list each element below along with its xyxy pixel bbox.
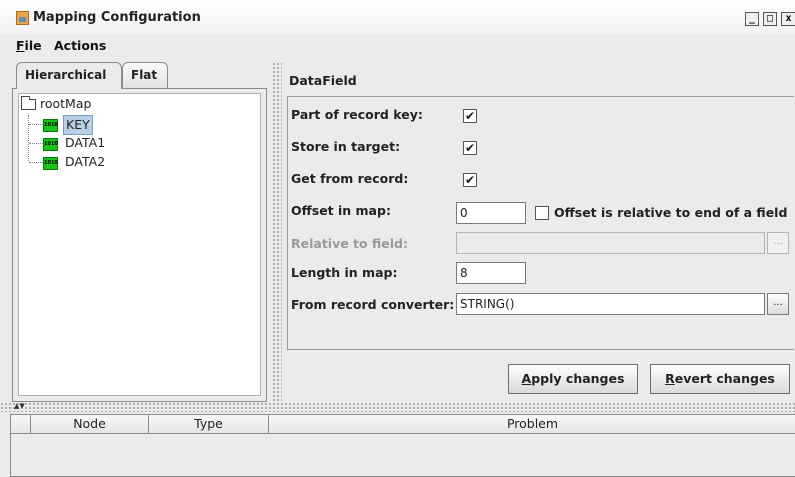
revert-label: evert changes <box>674 371 775 386</box>
minimize-button[interactable]: _ <box>745 12 759 26</box>
part-of-key-label: Part of record key: <box>291 107 423 122</box>
vertical-splitter[interactable] <box>272 62 282 402</box>
menu-actions[interactable]: Actions <box>54 38 106 53</box>
tree-connector <box>29 143 43 144</box>
menu-bar: File Actions <box>0 33 795 57</box>
revert-changes-button[interactable]: Revert changes <box>650 364 790 394</box>
store-in-target-label: Store in target: <box>291 139 401 154</box>
apply-changes-button[interactable]: Apply changes <box>508 364 638 394</box>
apply-mnemonic: A <box>521 371 532 386</box>
maximize-button[interactable]: □ <box>763 12 777 26</box>
tab-hierarchical[interactable]: Hierarchical <box>16 62 122 89</box>
tree-container: rootMap 1010 KEY 1010 DATA1 1010 DATA2 <box>12 88 267 402</box>
relative-to-input <box>456 232 765 254</box>
tree-node-label: KEY <box>63 115 93 135</box>
offset-input[interactable]: 0 <box>456 202 526 224</box>
menu-file[interactable]: File <box>16 38 42 53</box>
close-button[interactable]: x <box>781 12 795 26</box>
horizontal-splitter[interactable] <box>0 402 795 412</box>
problems-table[interactable]: Node Type Problem <box>10 414 795 477</box>
offset-relative-label: Offset is relative to end of a field <box>554 205 788 220</box>
field-icon: 1010 <box>43 119 58 132</box>
part-of-key-checkbox[interactable]: ✔ <box>463 109 477 123</box>
relative-to-browse-button: ... <box>767 232 789 254</box>
converter-browse-button[interactable]: ... <box>767 293 789 315</box>
title-bar: Mapping Configuration _ □ x <box>0 0 795 33</box>
relative-to-label: Relative to field: <box>291 236 408 251</box>
field-icon: 1010 <box>43 157 58 170</box>
tree-view[interactable]: rootMap 1010 KEY 1010 DATA1 1010 DATA2 <box>18 93 261 396</box>
column-header-type[interactable]: Type <box>149 415 269 434</box>
tree-node-label: DATA2 <box>65 154 106 169</box>
panel-title: DataField <box>289 73 357 88</box>
get-from-record-checkbox[interactable]: ✔ <box>463 173 477 187</box>
column-header-node[interactable]: Node <box>31 415 149 434</box>
field-icon: 1010 <box>43 138 58 151</box>
length-label: Length in map: <box>291 265 398 280</box>
column-header-problem[interactable]: Problem <box>269 415 795 434</box>
converter-label: From record converter: <box>291 297 455 312</box>
revert-mnemonic: R <box>665 371 675 386</box>
tree-tab-pane: Hierarchical Flat rootMap 1010 KEY 1010 … <box>12 62 267 402</box>
table-header-blank <box>11 415 31 434</box>
java-app-icon <box>16 11 29 25</box>
tab-flat[interactable]: Flat <box>122 62 168 88</box>
tree-connector <box>28 115 29 161</box>
tree-connector <box>29 162 43 163</box>
splitter-arrows-icon[interactable]: ▲▼ <box>14 403 25 410</box>
tree-node-label: rootMap <box>40 96 92 111</box>
offset-label: Offset in map: <box>291 203 391 218</box>
menu-file-label: ile <box>24 38 42 53</box>
offset-relative-checkbox[interactable] <box>535 206 549 220</box>
menu-file-mnemonic: F <box>16 38 25 53</box>
folder-icon <box>21 96 36 110</box>
tree-node-label: DATA1 <box>65 135 106 150</box>
store-in-target-checkbox[interactable]: ✔ <box>463 141 477 155</box>
get-from-record-label: Get from record: <box>291 171 409 186</box>
window-title: Mapping Configuration <box>33 10 201 25</box>
length-input[interactable]: 8 <box>456 262 526 284</box>
tree-connector <box>29 124 43 125</box>
converter-input[interactable]: STRING() <box>456 293 765 315</box>
apply-label: pply changes <box>531 371 625 386</box>
